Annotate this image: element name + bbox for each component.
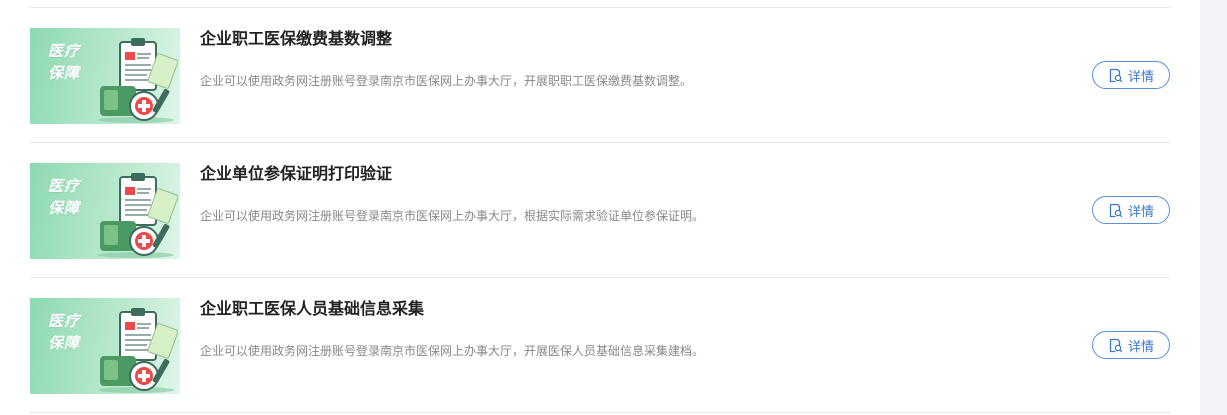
thumbnail-label-line2: 保障: [48, 199, 81, 217]
list-item: 医疗 保障: [30, 143, 1170, 277]
thumbnail-label: 医疗 保障: [48, 175, 80, 219]
medical-kit-icon: [98, 38, 178, 123]
detail-button[interactable]: 详情: [1092, 196, 1170, 224]
document-search-icon: [1109, 338, 1123, 352]
detail-button-label: 详情: [1127, 69, 1154, 85]
item-title[interactable]: 企业职工医保缴费基数调整: [200, 28, 392, 50]
thumbnail-label-line1: 医疗: [48, 42, 81, 60]
item-description: 企业可以使用政务网注册账号登录南京市医保网上办事大厅，开展医保人员基础信息采集建…: [200, 344, 705, 358]
item-title[interactable]: 企业单位参保证明打印验证: [200, 163, 392, 185]
list-item: 医疗 保障: [30, 278, 1170, 412]
list-item: 医疗 保障: [30, 8, 1170, 142]
detail-button[interactable]: 详情: [1092, 331, 1170, 359]
medical-kit-icon: [98, 308, 178, 393]
thumbnail-label: 医疗 保障: [48, 40, 80, 84]
right-side-panel: [1200, 0, 1227, 415]
medical-insurance-thumbnail: 医疗 保障: [30, 298, 180, 394]
thumbnail-label-line1: 医疗: [48, 177, 81, 195]
medical-insurance-thumbnail: 医疗 保障: [30, 28, 180, 124]
divider: [30, 412, 1170, 413]
document-search-icon: [1109, 68, 1123, 82]
detail-button-label: 详情: [1127, 339, 1154, 355]
thumbnail-label-line2: 保障: [48, 64, 81, 82]
medical-kit-icon: [98, 173, 178, 258]
item-description: 企业可以使用政务网注册账号登录南京市医保网上办事大厅，开展职职工医保缴费基数调整…: [200, 74, 693, 88]
item-description: 企业可以使用政务网注册账号登录南京市医保网上办事大厅，根据实际需求验证单位参保证…: [200, 209, 705, 223]
service-list: 医疗 保障 企业职工医保缴费基数调整 企业可以使用政务网注册账号登录南京市医保网…: [30, 7, 1170, 413]
item-title[interactable]: 企业职工医保人员基础信息采集: [200, 298, 424, 320]
thumbnail-label-line1: 医疗: [48, 312, 81, 330]
thumbnail-label-line2: 保障: [48, 334, 81, 352]
document-search-icon: [1109, 203, 1123, 217]
medical-insurance-thumbnail: 医疗 保障: [30, 163, 180, 259]
detail-button[interactable]: 详情: [1092, 61, 1170, 89]
thumbnail-label: 医疗 保障: [48, 310, 80, 354]
detail-button-label: 详情: [1127, 204, 1154, 220]
